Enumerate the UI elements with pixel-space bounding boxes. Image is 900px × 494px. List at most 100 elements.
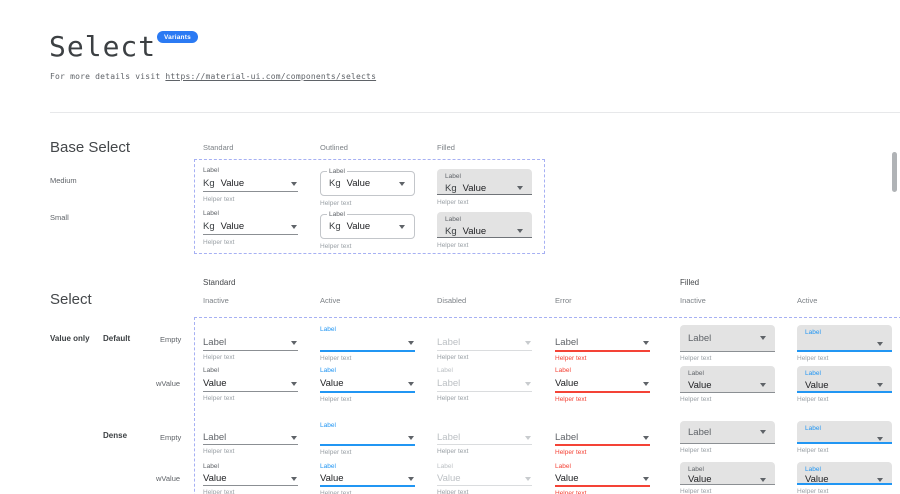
base-col-header-outlined: Outlined xyxy=(320,143,348,152)
select-control[interactable]: KgValue xyxy=(203,176,298,192)
subtitle-text: For more details visit xyxy=(50,72,165,81)
select-control[interactable]: Value xyxy=(320,376,415,393)
dropdown-arrow-icon xyxy=(760,478,766,482)
select-cell-standard-inactive-r2: LabelValueHelper text xyxy=(203,366,298,402)
select-control[interactable] xyxy=(320,431,415,446)
select-control[interactable]: KgValue xyxy=(203,219,298,235)
select-control[interactable]: Label xyxy=(437,335,532,351)
select-control[interactable]: Value xyxy=(688,379,767,391)
dropdown-arrow-icon xyxy=(291,382,297,386)
select-cell-standard-error-r4: LabelValueHelper text xyxy=(555,462,650,494)
select-control[interactable]: Value xyxy=(555,376,650,393)
select-control[interactable]: Label xyxy=(688,428,767,437)
filled-select-box[interactable]: Label xyxy=(797,325,892,352)
helper-text: Helper text xyxy=(555,396,650,403)
floating-label xyxy=(203,421,298,431)
select-value: Value xyxy=(203,473,227,484)
helper-text: Helper text xyxy=(203,196,298,203)
floating-label: Label xyxy=(327,168,347,176)
select-control[interactable]: Label xyxy=(437,376,532,392)
select-value-row: KgValue xyxy=(329,178,406,189)
select-control[interactable]: Value xyxy=(555,472,650,487)
floating-label: Label xyxy=(203,209,298,219)
dropdown-arrow-icon xyxy=(643,436,649,440)
select-value: Value xyxy=(463,183,487,194)
select-control[interactable]: Value xyxy=(805,379,884,391)
dropdown-arrow-icon xyxy=(291,477,297,481)
select-cell-standard-error-r1: LabelHelper text xyxy=(555,325,650,362)
select-value: Value xyxy=(347,221,371,232)
helper-text: Helper text xyxy=(437,242,532,249)
select-control[interactable]: Label KgValue xyxy=(320,171,415,196)
helper-text: Helper text xyxy=(203,395,298,402)
filled-select-box[interactable]: LabelValue xyxy=(680,366,775,393)
docs-link[interactable]: https://material-ui.com/components/selec… xyxy=(165,72,376,81)
filled-select-box[interactable]: Label xyxy=(797,421,892,444)
select-control[interactable]: Value xyxy=(203,472,298,486)
base-row-label-small: Small xyxy=(50,213,69,222)
select-control[interactable]: Label xyxy=(555,335,650,352)
select-value: Value xyxy=(203,378,227,389)
floating-label xyxy=(437,325,532,335)
floating-label: Label xyxy=(555,462,650,472)
row-state-label-empty-1: Empty xyxy=(160,335,181,344)
variants-badge: Variants xyxy=(157,31,198,43)
select-control[interactable]: Label xyxy=(688,332,767,344)
select-control[interactable]: Label xyxy=(555,431,650,446)
select-control[interactable]: Value xyxy=(203,376,298,392)
floating-label: Label xyxy=(805,369,884,379)
floating-label xyxy=(555,421,650,431)
dropdown-arrow-icon xyxy=(760,383,766,387)
select-control[interactable]: LabelKgValue xyxy=(320,214,415,239)
dropdown-arrow-icon xyxy=(291,436,297,440)
dropdown-arrow-icon xyxy=(760,430,766,434)
base-row-label-medium: Medium xyxy=(50,176,77,185)
select-control[interactable] xyxy=(320,335,415,352)
select-control[interactable]: Label xyxy=(437,431,532,445)
select-value: Label xyxy=(437,337,460,348)
group-header-filled: Filled xyxy=(680,278,699,287)
filled-select-box[interactable]: LabelValue xyxy=(680,462,775,485)
helper-text: Helper text xyxy=(797,447,892,454)
select-value: Value xyxy=(688,474,712,485)
select-control[interactable]: LabelKgValue xyxy=(437,212,532,238)
select-control[interactable] xyxy=(805,434,884,443)
select-cell-standard-disabled-r2: LabelLabelHelper text xyxy=(437,366,532,402)
select-value: Value xyxy=(555,473,579,484)
select-control[interactable]: Value xyxy=(688,475,767,484)
filled-select-box[interactable]: LabelValue xyxy=(797,462,892,485)
select-control[interactable]: Value xyxy=(805,475,884,484)
select-value: Label xyxy=(555,432,578,443)
select-control[interactable]: Label xyxy=(203,335,298,351)
floating-label: Label xyxy=(688,369,767,379)
helper-text: Helper text xyxy=(320,200,415,207)
helper-text: Helper text xyxy=(437,489,532,494)
floating-label: Label xyxy=(203,462,298,472)
select-cell-standard-active-r4: LabelValueHelper text xyxy=(320,462,415,494)
floating-label: Label xyxy=(445,215,524,225)
select-control[interactable]: Value xyxy=(437,472,532,486)
adornment-text: Kg xyxy=(329,178,341,189)
filled-select-box[interactable]: Label xyxy=(680,325,775,352)
select-control[interactable] xyxy=(805,338,884,350)
select-cell-standard-active-r3: LabelHelper text xyxy=(320,421,415,456)
select-control[interactable]: Value xyxy=(320,472,415,487)
helper-text: Helper text xyxy=(680,447,775,454)
dropdown-arrow-icon xyxy=(291,225,297,229)
dropdown-arrow-icon xyxy=(760,336,766,340)
col-header-error: Error xyxy=(555,296,572,305)
scrollbar-thumb[interactable] xyxy=(892,152,897,192)
col-header-filled-inactive: Inactive xyxy=(680,296,706,305)
filled-select-box[interactable]: LabelValue xyxy=(797,366,892,393)
helper-text: Helper text xyxy=(680,488,775,494)
dropdown-arrow-icon xyxy=(517,229,523,233)
select-cell-standard-inactive-r3: LabelHelper text xyxy=(203,421,298,455)
select-cell-standard-active-r1: LabelHelper text xyxy=(320,325,415,362)
section-title-select: Select xyxy=(50,291,92,308)
select-control[interactable]: Label xyxy=(203,431,298,445)
dropdown-arrow-icon xyxy=(291,182,297,186)
filled-select-box[interactable]: Label xyxy=(680,421,775,444)
select-value: Label xyxy=(437,378,460,389)
floating-label: Label xyxy=(445,172,524,182)
select-control[interactable]: LabelKgValue xyxy=(437,169,532,195)
